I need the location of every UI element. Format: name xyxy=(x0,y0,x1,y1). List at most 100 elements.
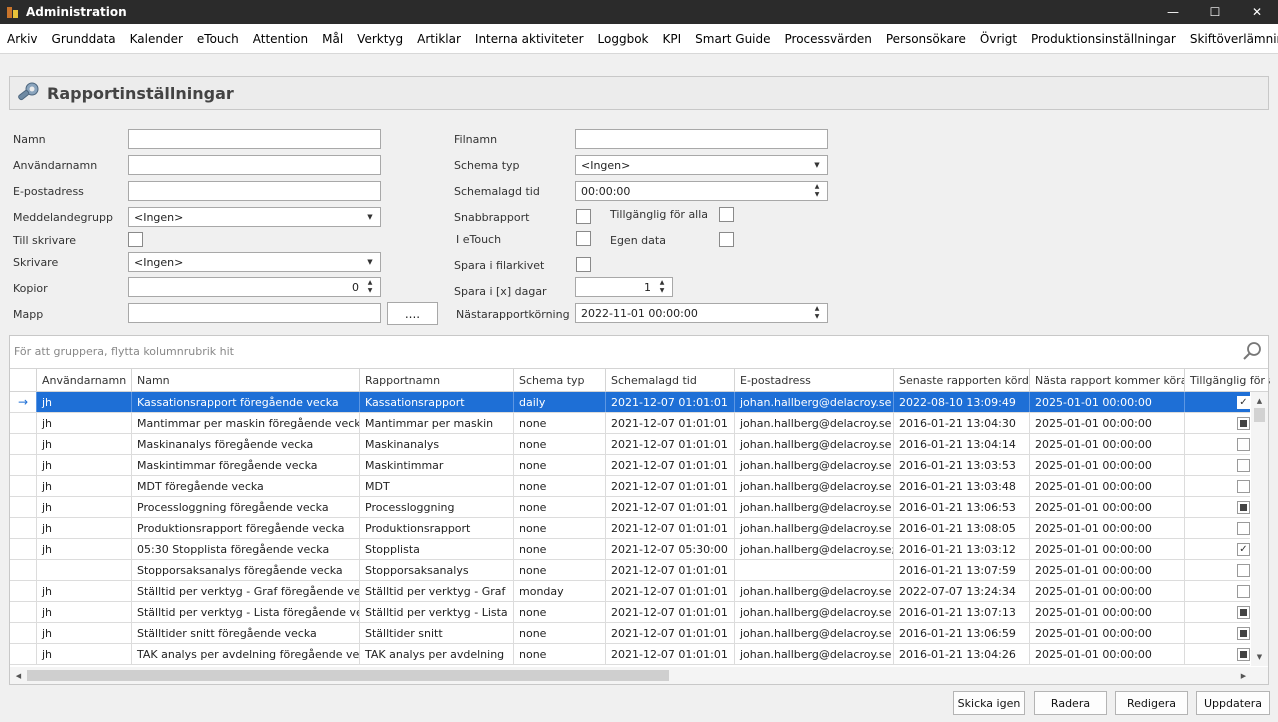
column-header[interactable]: Schema typ xyxy=(513,369,605,392)
maximize-icon[interactable]: ☐ xyxy=(1194,0,1236,24)
cell-schema[interactable]: none xyxy=(513,560,605,580)
column-header[interactable]: Senaste rapporten körd... xyxy=(893,369,1029,392)
cell-last[interactable]: 2016-01-21 13:07:59 xyxy=(893,560,1029,580)
menu-item[interactable]: Övrigt xyxy=(973,32,1024,46)
cell-report[interactable]: Ställtider snitt xyxy=(359,623,513,643)
cell-schema[interactable]: none xyxy=(513,623,605,643)
tillganglig-cell[interactable]: ✓ xyxy=(1184,392,1250,412)
menu-item[interactable]: Grunddata xyxy=(45,32,123,46)
scroll-thumb[interactable] xyxy=(27,670,669,681)
cell-next[interactable]: 2025-01-01 00:00:00 xyxy=(1029,518,1184,538)
egen-data-checkbox[interactable] xyxy=(719,232,734,247)
filnamn-input[interactable] xyxy=(575,129,828,149)
cell-email[interactable]: johan.hallberg@delacroy.se xyxy=(734,644,893,664)
cell-time[interactable]: 2021-12-07 01:01:01 xyxy=(605,392,734,412)
menu-item[interactable]: eTouch xyxy=(190,32,246,46)
column-header[interactable]: Namn xyxy=(131,369,359,392)
table-row[interactable]: jh Maskinanalys föregående vecka Maskinana… xyxy=(10,434,1250,455)
cell-last[interactable]: 2016-01-21 13:04:30 xyxy=(893,413,1029,433)
column-header[interactable]: E-postadress xyxy=(734,369,893,392)
cell-email[interactable]: johan.hallberg@delacroy.se; xyxy=(734,539,893,559)
row-checkbox[interactable] xyxy=(1237,500,1250,514)
cell-user[interactable]: jh xyxy=(36,476,131,496)
table-row[interactable]: → jh Kassationsrapport föregående vecka Kas… xyxy=(10,392,1250,413)
row-checkbox[interactable] xyxy=(1237,437,1250,451)
menu-item[interactable]: Artiklar xyxy=(410,32,468,46)
menu-item[interactable]: Attention xyxy=(246,32,315,46)
tillganglig-cell[interactable] xyxy=(1184,497,1250,517)
column-header[interactable]: Rapportnamn xyxy=(359,369,513,392)
tillganglig-cell[interactable] xyxy=(1184,644,1250,664)
cell-name[interactable]: Ställtider snitt föregående vecka xyxy=(131,623,359,643)
cell-next[interactable]: 2025-01-01 00:00:00 xyxy=(1029,476,1184,496)
cell-user[interactable]: jh xyxy=(36,539,131,559)
vertical-scrollbar[interactable]: ▲ ▼ xyxy=(1251,392,1268,666)
cell-schema[interactable]: daily xyxy=(513,392,605,412)
tillganglig-cell[interactable] xyxy=(1184,560,1250,580)
table-row[interactable]: jh 05:30 Stopplista föregående vecka Stopp… xyxy=(10,539,1250,560)
cell-email[interactable]: johan.hallberg@delacroy.se xyxy=(734,413,893,433)
cell-report[interactable]: Mantimmar per maskin xyxy=(359,413,513,433)
cell-name[interactable]: Processloggning föregående vecka xyxy=(131,497,359,517)
spin-arrows-icon[interactable]: ▲ ▼ xyxy=(812,305,822,321)
cell-user[interactable]: jh xyxy=(36,644,131,664)
cell-next[interactable]: 2025-01-01 00:00:00 xyxy=(1029,623,1184,643)
tillganglig-cell[interactable]: ✓ xyxy=(1184,539,1250,559)
scroll-down-icon[interactable]: ▼ xyxy=(1251,650,1268,664)
cell-email[interactable]: johan.hallberg@delacroy.se xyxy=(734,518,893,538)
menu-item[interactable]: Personsökare xyxy=(879,32,973,46)
cell-schema[interactable]: none xyxy=(513,455,605,475)
menu-item[interactable]: Skiftöverlämning xyxy=(1183,32,1278,46)
cell-name[interactable]: MDT föregående vecka xyxy=(131,476,359,496)
cell-email[interactable]: johan.hallberg@delacroy.se xyxy=(734,497,893,517)
cell-report[interactable]: Maskintimmar xyxy=(359,455,513,475)
cell-schema[interactable]: none xyxy=(513,518,605,538)
table-row[interactable]: jh Processloggning föregående vecka Proces… xyxy=(10,497,1250,518)
spin-arrows-icon[interactable]: ▲ ▼ xyxy=(657,279,667,295)
menu-item[interactable]: KPI xyxy=(656,32,689,46)
cell-name[interactable]: Maskintimmar föregående vecka xyxy=(131,455,359,475)
cell-time[interactable]: 2021-12-07 01:01:01 xyxy=(605,434,734,454)
cell-last[interactable]: 2022-08-10 13:09:49 xyxy=(893,392,1029,412)
cell-report[interactable]: Kassationsrapport xyxy=(359,392,513,412)
cell-last[interactable]: 2016-01-21 13:03:48 xyxy=(893,476,1029,496)
skicka-igen-button[interactable]: Skicka igen xyxy=(953,691,1025,715)
cell-user[interactable]: jh xyxy=(36,581,131,601)
cell-name[interactable]: TAK analys per avdelning föregående veck… xyxy=(131,644,359,664)
redigera-button[interactable]: Redigera xyxy=(1115,691,1188,715)
cell-report[interactable]: Ställtid per verktyg - Graf xyxy=(359,581,513,601)
menu-item[interactable]: Arkiv xyxy=(0,32,45,46)
cell-next[interactable]: 2025-01-01 00:00:00 xyxy=(1029,560,1184,580)
cell-time[interactable]: 2021-12-07 01:01:01 xyxy=(605,413,734,433)
row-checkbox[interactable]: ✓ xyxy=(1237,542,1250,556)
cell-next[interactable]: 2025-01-01 00:00:00 xyxy=(1029,581,1184,601)
schema-typ-select[interactable]: <Ingen> ▼ xyxy=(575,155,828,175)
cell-last[interactable]: 2016-01-21 13:06:59 xyxy=(893,623,1029,643)
cell-last[interactable]: 2016-01-21 13:03:12 xyxy=(893,539,1029,559)
tillganglig-cell[interactable] xyxy=(1184,602,1250,622)
search-icon[interactable] xyxy=(1242,341,1262,361)
table-row[interactable]: Stopporsaksanalys föregående vecka Stoppo… xyxy=(10,560,1250,581)
row-checkbox[interactable] xyxy=(1237,458,1250,472)
scroll-right-icon[interactable]: ▶ xyxy=(1235,667,1252,684)
menu-item[interactable]: Produktionsinställningar xyxy=(1024,32,1183,46)
cell-report[interactable]: MDT xyxy=(359,476,513,496)
cell-time[interactable]: 2021-12-07 01:01:01 xyxy=(605,518,734,538)
table-row[interactable]: jh Ställtider snitt föregående vecka Ställ… xyxy=(10,623,1250,644)
cell-schema[interactable]: none xyxy=(513,539,605,559)
cell-user[interactable]: jh xyxy=(36,455,131,475)
cell-user[interactable]: jh xyxy=(36,392,131,412)
column-header[interactable]: Tillgänglig för alla xyxy=(1184,369,1270,392)
table-row[interactable]: jh Ställtid per verktyg - Graf föregående… xyxy=(10,581,1250,602)
cell-report[interactable]: Maskinanalys xyxy=(359,434,513,454)
cell-next[interactable]: 2025-01-01 00:00:00 xyxy=(1029,392,1184,412)
row-checkbox[interactable] xyxy=(1237,521,1250,535)
horizontal-scrollbar[interactable]: ◀ ▶ xyxy=(10,667,1268,684)
cell-next[interactable]: 2025-01-01 00:00:00 xyxy=(1029,455,1184,475)
spin-arrows-icon[interactable]: ▲ ▼ xyxy=(365,279,375,295)
tillganglig-cell[interactable] xyxy=(1184,623,1250,643)
cell-email[interactable]: johan.hallberg@delacroy.se xyxy=(734,581,893,601)
group-panel[interactable]: För att gruppera, flytta kolumnrubrik hi… xyxy=(10,336,1268,367)
menu-item[interactable]: Mål xyxy=(315,32,350,46)
table-row[interactable]: jh Mantimmar per maskin föregående vecka M… xyxy=(10,413,1250,434)
